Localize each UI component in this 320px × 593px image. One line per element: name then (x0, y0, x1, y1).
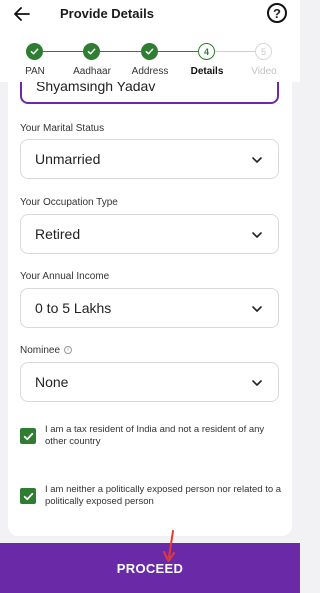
details-form-card: Shyamsingh Yadav Your Marital Status Unm… (8, 82, 292, 536)
info-icon[interactable]: i (64, 346, 73, 355)
checkmark-icon (87, 48, 96, 55)
nominee-value: None (35, 374, 69, 390)
pep-checkbox[interactable] (20, 488, 36, 504)
occupation-value: Retired (35, 226, 81, 242)
step-connector (215, 51, 255, 52)
back-button[interactable] (10, 3, 34, 25)
full-name-input[interactable]: Shyamsingh Yadav (20, 82, 279, 104)
step-label-video: Video (251, 66, 277, 77)
nominee-label-row: Nominee i (20, 345, 73, 356)
occupation-label: Your Occupation Type (20, 197, 118, 208)
tax-resident-declaration: I am a tax resident of India and not a r… (20, 424, 282, 448)
marital-status-select[interactable]: Unmarried (20, 139, 279, 179)
tax-resident-checkbox[interactable] (20, 428, 36, 444)
occupation-select[interactable]: Retired (20, 214, 279, 254)
step-connector (43, 51, 83, 52)
step-connector (158, 51, 198, 52)
pep-text: I am neither a politically exposed perso… (45, 484, 282, 507)
checkmark-icon (23, 432, 33, 440)
app-screen: Provide Details ? 4 5 PAN Aadhaar Addres… (0, 0, 300, 593)
step-label-address: Address (131, 66, 169, 77)
step-label-details: Details (190, 66, 224, 77)
annual-income-label: Your Annual Income (20, 271, 110, 282)
marital-status-label: Your Marital Status (20, 123, 105, 134)
arrow-left-icon (14, 7, 30, 21)
chevron-down-icon (252, 157, 262, 163)
chevron-down-icon (252, 232, 262, 238)
tax-resident-text: I am a tax resident of India and not a r… (45, 424, 265, 447)
nominee-label: Nominee (20, 345, 61, 356)
marital-status-value: Unmarried (35, 151, 101, 167)
step-address-check (141, 43, 158, 60)
chevron-down-icon (252, 380, 262, 386)
proceed-button[interactable]: PROCEED (0, 543, 300, 593)
page-title: Provide Details (60, 6, 154, 21)
progress-stepper: 4 5 PAN Aadhaar Address Details Video (0, 30, 300, 82)
help-button[interactable]: ? (267, 3, 287, 23)
top-bar: Provide Details ? (0, 0, 300, 30)
checkmark-icon (23, 492, 33, 500)
step-aadhaar-check (83, 43, 100, 60)
checkmark-icon (145, 48, 154, 55)
annual-income-select[interactable]: 0 to 5 Lakhs (20, 288, 279, 328)
step-label-pan: PAN (25, 66, 45, 77)
annual-income-value: 0 to 5 Lakhs (35, 300, 112, 316)
step-pan-check (26, 43, 43, 60)
step-details-number: 4 (198, 43, 215, 60)
checkmark-icon (30, 48, 39, 55)
step-connector (100, 51, 141, 52)
step-label-aadhaar: Aadhaar (73, 66, 111, 77)
pep-declaration: I am neither a politically exposed perso… (20, 484, 282, 508)
step-video-number: 5 (255, 43, 272, 60)
help-icon: ? (273, 5, 281, 21)
chevron-down-icon (252, 306, 262, 312)
nominee-select[interactable]: None (20, 362, 279, 402)
